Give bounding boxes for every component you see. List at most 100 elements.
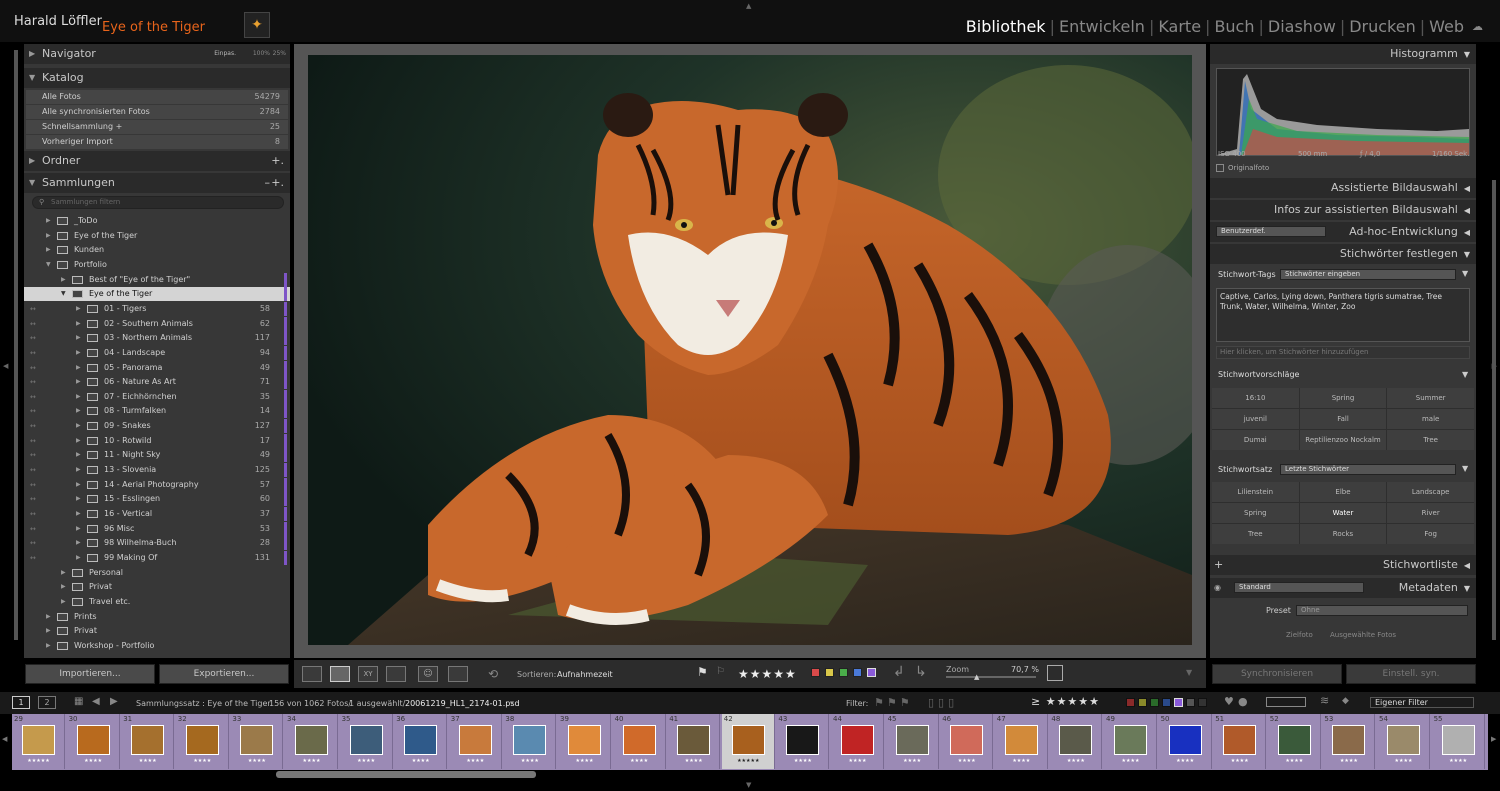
back-arrow-icon[interactable]: ◀ [92,696,100,707]
survey-view-icon[interactable] [386,666,406,682]
collection-item[interactable]: ↔ ▶ 01 - Tigers 58 [24,301,290,316]
collection-item[interactable]: ↔ ▶ 09 - Snakes 127 [24,419,290,434]
metadata-preset-select[interactable]: Ohne [1296,605,1468,616]
collections-filter[interactable]: ⚲ Sammlungen filtern [32,196,284,209]
expand-triangle-icon[interactable]: ▶ [76,419,81,433]
filmstrip-thumbnail[interactable]: 34 ★★★★ [285,714,338,769]
main-window-button[interactable]: 1 [12,696,30,709]
keyword-list-header[interactable]: + Stichwortliste ◀ [1210,555,1476,575]
flag-filter-icon[interactable]: ⚑⚑⚑ [874,696,913,709]
crop-frame-icon[interactable] [1047,665,1063,681]
expand-triangle-icon[interactable]: ▶ [76,492,81,506]
forward-arrow-icon[interactable]: ▶ [110,696,118,707]
filmstrip-thumbnail[interactable]: 47 ★★★★ [995,714,1048,769]
expand-triangle-icon[interactable]: ▶ [61,273,66,287]
keyword-cell[interactable]: Lilienstein [1212,482,1299,502]
add-folder-icon[interactable]: +. [271,151,284,171]
expand-triangle-icon[interactable]: ▶ [76,375,81,389]
keyword-cell[interactable]: Water [1299,503,1387,523]
module-diashow[interactable]: Diashow [1264,17,1340,36]
synchronize-button[interactable]: Synchronisieren [1212,664,1342,684]
keyword-cell[interactable]: Landscape [1387,482,1474,502]
filmstrip-thumbnail[interactable]: 44 ★★★★ [831,714,884,769]
color-label-blue[interactable] [853,668,862,677]
folders-header[interactable]: ▶ Ordner +. [24,151,290,171]
filmstrip-thumbnail[interactable]: 29 ★★★★★ [12,714,65,769]
sync-settings-icon[interactable]: ⟲ [488,667,498,681]
color-label-red[interactable] [811,668,820,677]
loupe-view-icon[interactable] [330,666,350,682]
keyword-cell[interactable]: Tree [1212,524,1299,544]
filmstrip-thumbnail[interactable]: 30 ★★★★ [67,714,120,769]
filmstrip-thumbnail[interactable]: 43 ★★★★ [776,714,830,769]
file-type-filter-icon[interactable] [1266,697,1306,707]
zoom-25[interactable]: 25% [273,44,286,64]
keyword-cell[interactable]: Elbe [1299,482,1387,502]
module-drucken[interactable]: Drucken [1345,17,1420,36]
filmstrip-thumbnail[interactable]: 39 ★★★★ [558,714,611,769]
filter-color-yellow[interactable] [1138,698,1147,707]
expand-triangle-icon[interactable]: ▶ [76,522,81,536]
metadata-mode-select[interactable]: Standard [1234,582,1364,593]
keyword-cell[interactable]: Fall [1299,409,1387,429]
keyword-tags-select[interactable]: Stichwörter eingeben [1280,269,1456,280]
filmstrip-thumbnail[interactable]: 32 ★★★★ [176,714,229,769]
eye-icon[interactable]: ◉ [1214,578,1221,598]
filmstrip-thumbnail[interactable]: 33 ★★★★ [230,714,284,769]
expand-triangle-icon[interactable]: ▶ [76,317,81,331]
expand-triangle-icon[interactable]: ▶ [76,434,81,448]
color-label-yellow[interactable] [825,668,834,677]
histogram-header[interactable]: Histogramm ▼ [1210,44,1476,64]
module-bibliothek[interactable]: Bibliothek [962,17,1050,36]
expand-triangle-icon[interactable]: ▶ [76,390,81,404]
custom-filter-select[interactable]: Eigener Filter [1370,697,1474,708]
collection-item[interactable]: ▶ Kunden [24,243,290,257]
filter-color-none[interactable] [1198,698,1207,707]
filmstrip-thumbnail[interactable]: 38 ★★★★ [503,714,557,769]
collection-item[interactable]: ▶ Personal [24,566,290,580]
filmstrip-thumbnail[interactable]: 45 ★★★★ [886,714,939,769]
expand-triangle-icon[interactable]: ▶ [46,214,51,228]
zoom-fit[interactable]: Einpas. [214,44,236,64]
original-photo-checkbox[interactable] [1216,164,1224,172]
keywording-header[interactable]: Stichwörter festlegen ▼ [1210,244,1476,264]
assisted-header[interactable]: Assistierte Bildauswahl ◀ [1210,178,1476,198]
filmstrip-thumbnail[interactable]: 36 ★★★★ [394,714,448,769]
quick-develop-header[interactable]: Ad-hoc-Entwicklung ◀ Benutzerdef. [1210,222,1476,242]
collapse-triangle-icon[interactable]: ▼ [1462,269,1468,278]
expand-triangle-icon[interactable]: ▶ [46,639,51,653]
collection-item[interactable]: ▶ Privat [24,580,290,594]
expand-triangle-icon[interactable]: ▶ [76,478,81,492]
star-rating[interactable]: ★★★★★ [738,667,797,681]
keyword-cell[interactable]: Rocks [1299,524,1387,544]
quick-develop-preset-select[interactable]: Benutzerdef. [1216,226,1326,237]
expand-triangle-icon[interactable]: ▶ [76,302,81,316]
collapse-all-icon[interactable]: – [265,173,271,193]
expand-triangle-icon[interactable]: ▶ [76,463,81,477]
collection-item[interactable]: ▶ Best of "Eye of the Tiger" [24,272,290,287]
filmstrip-thumbnail[interactable]: 55 ★★★★ [1432,714,1485,769]
color-label-green[interactable] [839,668,848,677]
collection-item[interactable]: ↔ ▶ 96 Misc 53 [24,521,290,536]
assisted-info-header[interactable]: Infos zur assistierten Bildauswahl ◀ [1210,200,1476,220]
rating-filter[interactable]: ≥ ★★★★★ [1031,695,1100,708]
collapse-triangle-icon[interactable]: ▼ [1462,464,1468,473]
filmstrip-thumbnail[interactable]: 52 ★★★★ [1268,714,1321,769]
sync-settings-button[interactable]: Einstell. syn. [1346,664,1476,684]
filter-color-red[interactable] [1126,698,1135,707]
collection-item[interactable]: ▼ Portfolio [24,258,290,272]
import-button[interactable]: Importieren... [25,664,155,684]
expand-triangle-icon[interactable]: ▶ [46,624,51,638]
collection-item[interactable]: ↔ ▶ 11 - Night Sky 49 [24,448,290,463]
collection-item[interactable]: ↔ ▶ 08 - Turmfalken 14 [24,404,290,419]
collection-item[interactable]: ↔ ▶ 10 - Rotwild 17 [24,433,290,448]
add-collection-icon[interactable]: +. [271,173,284,193]
filmstrip-scroll-left-icon[interactable]: ◀ [2,735,7,743]
keyword-cell[interactable]: River [1387,503,1474,523]
filmstrip-thumbnail[interactable]: 53 ★★★★ [1322,714,1376,769]
keyword-cell[interactable]: Reptilienzoo Nockalm [1299,430,1387,450]
compare-view-icon[interactable]: XY [358,666,378,682]
filename-dropdown-icon[interactable]: ▾ [510,699,514,707]
main-photo-tiger[interactable] [308,55,1192,645]
filmstrip-thumbnail[interactable]: 48 ★★★★ [1049,714,1103,769]
